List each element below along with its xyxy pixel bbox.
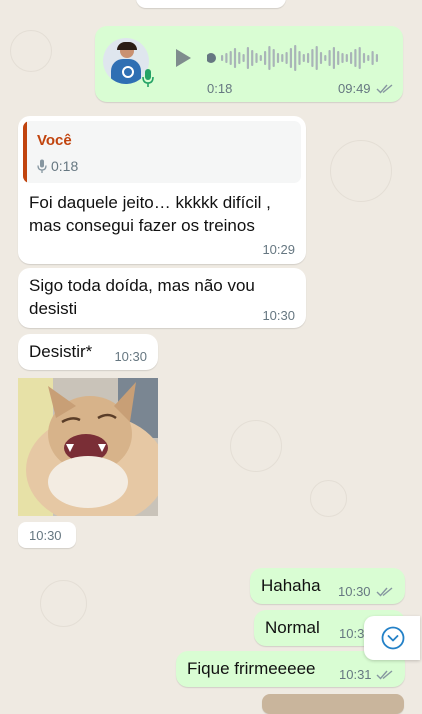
audio-waveform[interactable] xyxy=(206,42,387,74)
waveform-bar xyxy=(264,51,267,65)
message-bubble[interactable]: Sigo toda doída, mas não vou desisti 10:… xyxy=(18,268,306,328)
waveform-bar xyxy=(225,53,228,63)
voice-duration: 0:18 xyxy=(207,81,233,96)
double-check-icon xyxy=(376,585,394,603)
message-text: Hahaha xyxy=(261,576,321,595)
waveform-bar xyxy=(341,53,344,63)
waveform-bar xyxy=(259,55,262,61)
waveform-bar xyxy=(242,54,245,62)
message-text: Sigo toda doída, mas não vou desisti xyxy=(29,276,255,318)
microphone-icon xyxy=(141,68,155,88)
waveform-bar xyxy=(281,54,284,62)
reply-author: Você xyxy=(37,132,72,149)
waveform-bar xyxy=(358,47,361,69)
message-time: 09:49 xyxy=(338,81,371,96)
message-bubble[interactable]: Desistir* 10:30 xyxy=(18,334,158,370)
waveform-bar xyxy=(375,54,378,62)
message-text: Desistir* xyxy=(29,342,93,361)
waveform-bar xyxy=(362,53,366,63)
waveform-bar xyxy=(311,49,314,67)
microphone-icon xyxy=(37,159,47,179)
waveform-playhead xyxy=(206,53,216,63)
waveform-bar xyxy=(272,49,275,67)
waveform-bar xyxy=(302,54,305,62)
waveform-bar xyxy=(238,52,241,64)
message-bubble-outgoing[interactable]: Hahaha 10:30 xyxy=(250,568,405,604)
waveform-bar xyxy=(255,53,258,63)
wallpaper-doodle xyxy=(40,580,87,627)
message-text: Foi daquele jeito… kkkkk difícil , mas c… xyxy=(29,193,271,235)
wallpaper-doodle xyxy=(10,30,52,72)
waveform-bar xyxy=(229,51,232,65)
waveform-bar xyxy=(233,48,237,68)
waveform-bar xyxy=(298,51,301,65)
reply-quote[interactable]: Você 0:18 xyxy=(23,121,301,183)
voice-message-bubble[interactable]: 0:18 09:49 xyxy=(95,26,403,102)
partial-message-top xyxy=(136,0,286,8)
message-time: 10:30 xyxy=(29,528,62,543)
waveform-bar xyxy=(345,54,348,62)
waveform-bar xyxy=(315,46,318,70)
waveform-bar xyxy=(246,47,249,69)
scroll-to-bottom-button[interactable] xyxy=(364,616,420,660)
wallpaper-doodle xyxy=(330,140,392,202)
message-time: 10:30 xyxy=(338,584,371,599)
wallpaper-doodle xyxy=(230,420,282,472)
image-time-badge: 10:30 xyxy=(18,522,76,548)
waveform-bar xyxy=(268,46,271,70)
message-text: Normal xyxy=(265,618,320,637)
reply-duration: 0:18 xyxy=(51,158,79,174)
play-icon[interactable] xyxy=(174,48,192,68)
waveform-bar xyxy=(251,50,254,66)
message-time: 10:29 xyxy=(262,242,295,257)
waveform-bar xyxy=(371,51,374,65)
double-check-icon xyxy=(376,668,394,686)
waveform-bar xyxy=(307,53,310,63)
wallpaper-doodle xyxy=(310,480,347,517)
message-time: 10:30 xyxy=(262,308,295,323)
chevron-down-icon xyxy=(381,626,405,655)
waveform-bar xyxy=(337,51,340,65)
partial-message-bottom xyxy=(262,694,404,714)
waveform-bar xyxy=(332,47,335,69)
message-text: Fique frirmeeeee xyxy=(187,659,316,678)
waveform-bar xyxy=(294,45,297,71)
waveform-bar xyxy=(319,52,323,64)
waveform-bar xyxy=(221,55,224,61)
cat-sticker-image[interactable] xyxy=(18,378,158,516)
waveform-bar xyxy=(324,55,327,61)
waveform-bar xyxy=(350,52,353,64)
reply-bar xyxy=(23,121,27,183)
message-time: 10:31 xyxy=(339,667,372,682)
message-time: 10:3 xyxy=(339,626,365,641)
waveform-bar xyxy=(289,48,292,68)
waveform-bar xyxy=(276,53,280,63)
waveform-bar xyxy=(367,55,370,61)
waveform-bar xyxy=(328,50,331,66)
double-check-icon xyxy=(376,82,394,100)
message-time: 10:30 xyxy=(114,349,147,364)
waveform-bar xyxy=(285,52,288,64)
waveform-bar xyxy=(354,49,357,67)
message-bubble-reply[interactable]: Você 0:18 Foi daquele jeito… kkkkk difíc… xyxy=(18,116,306,264)
